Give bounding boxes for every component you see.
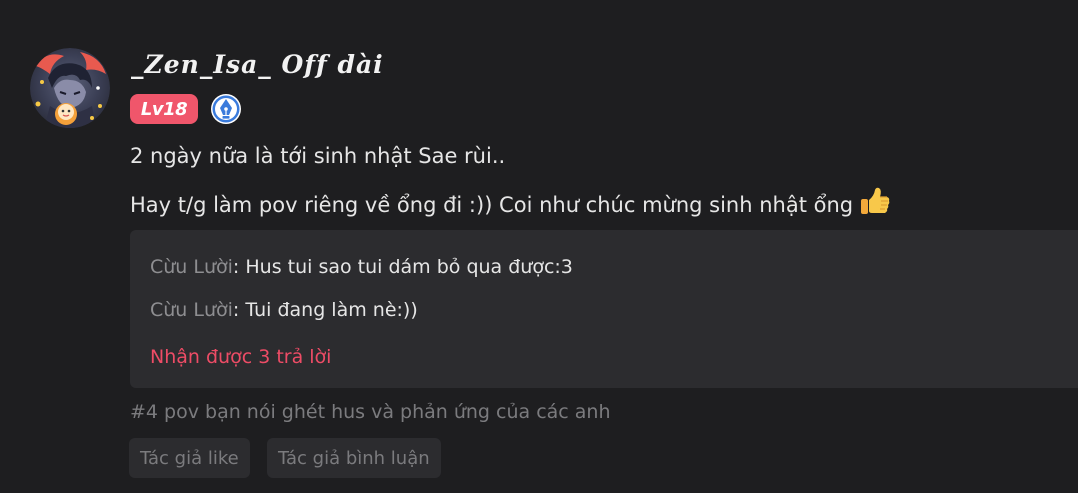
reply-text: Tui đang làm nè:)) (245, 299, 418, 321)
avatar-image (30, 48, 110, 128)
reply-item: Cừu Lười: Hus tui sao tui dám bỏ qua đượ… (150, 256, 573, 278)
view-replies-link[interactable]: Nhận được 3 trả lời (150, 346, 331, 368)
chapter-link[interactable]: #4 pov bạn nói ghét hus và phản ứng của … (130, 401, 611, 423)
reply-author[interactable]: Cừu Lười (150, 299, 233, 321)
comment-text-line: Hay t/g làm pov riêng về ổng đi :)) Coi … (130, 186, 891, 221)
reply-author[interactable]: Cừu Lười (150, 256, 233, 278)
comment-text-line: 2 ngày nữa là tới sinh nhật Sae rùi.. (130, 144, 506, 168)
username[interactable]: _Zen_Isa_ Off dài (131, 50, 384, 79)
author-replied-tag: Tác giả bình luận (267, 438, 441, 478)
reply-separator: : (232, 299, 246, 321)
thumbs-up-icon (859, 186, 891, 221)
comment-text: Hay t/g làm pov riêng về ổng đi :)) Coi … (130, 193, 854, 217)
reply-text: Hus tui sao tui dám bỏ qua được:3 (245, 256, 573, 278)
reply-item: Cừu Lười: Tui đang làm nè:)) (150, 299, 418, 321)
pen-nib-icon (211, 94, 241, 124)
replies-panel[interactable]: Cừu Lười: Hus tui sao tui dám bỏ qua đượ… (130, 230, 1078, 388)
user-badges: Lv18 (130, 94, 242, 124)
level-badge: Lv18 (130, 94, 198, 124)
reply-separator: : (232, 256, 246, 278)
user-avatar[interactable] (30, 48, 110, 128)
author-liked-tag: Tác giả like (129, 438, 250, 478)
comment-item: _Zen_Isa_ Off dài Lv18 2 ngày nữa là tới… (0, 0, 1078, 493)
